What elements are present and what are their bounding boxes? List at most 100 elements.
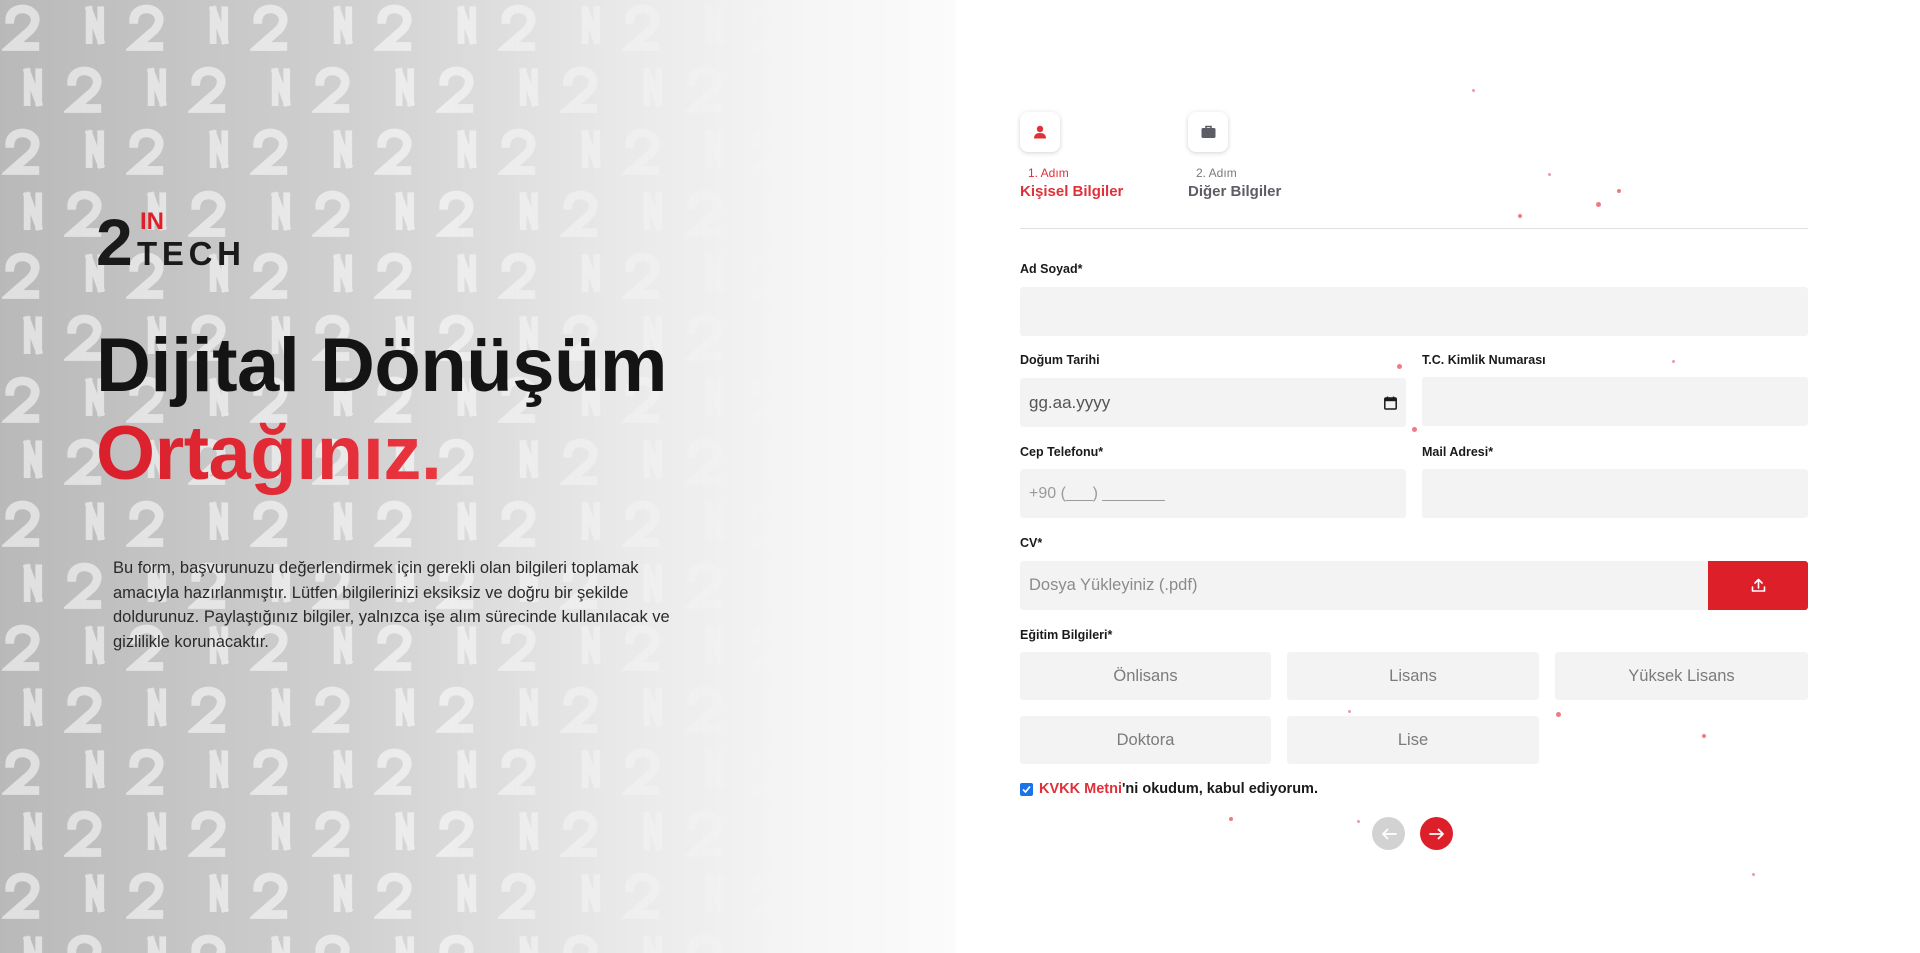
pattern-mark: [372, 930, 434, 953]
pattern-mark: [496, 62, 558, 124]
pattern-mark: [0, 930, 62, 953]
pattern-mark: [62, 682, 124, 744]
pattern-mark: [496, 0, 558, 62]
education-option-onlisans[interactable]: Önlisans: [1020, 652, 1271, 700]
kvkk-text-link[interactable]: KVKK Metni: [1039, 781, 1122, 797]
pattern-mark: [682, 620, 744, 682]
pattern-mark: [682, 682, 744, 744]
pattern-mark: [310, 0, 372, 62]
tc-number-input[interactable]: [1422, 377, 1808, 426]
previous-step-button[interactable]: [1372, 817, 1405, 850]
pattern-mark: [682, 558, 744, 620]
pattern-mark: [558, 744, 620, 806]
birth-date-label: Doğum Tarihi: [1020, 353, 1100, 367]
pattern-mark: [186, 930, 248, 953]
pattern-mark: [744, 124, 806, 186]
pattern-mark: [0, 434, 62, 496]
education-label: Eğitim Bilgileri*: [1020, 628, 1113, 642]
decor-dot: [1752, 873, 1755, 876]
pattern-mark: [310, 682, 372, 744]
pattern-mark: [682, 186, 744, 248]
pattern-mark: [744, 62, 806, 124]
briefcase-icon: [1201, 125, 1215, 138]
pattern-mark: [558, 248, 620, 310]
pattern-mark: [186, 62, 248, 124]
pattern-mark: [744, 682, 806, 744]
pattern-mark: [372, 806, 434, 868]
pattern-mark: [558, 124, 620, 186]
pattern-mark: [124, 124, 186, 186]
pattern-mark: [682, 434, 744, 496]
decor-dot: [1672, 360, 1675, 363]
pattern-mark: [620, 930, 682, 953]
pattern-mark: [744, 930, 806, 953]
education-option-yuksek-lisans[interactable]: Yüksek Lisans: [1555, 652, 1808, 700]
pattern-mark: [248, 868, 310, 930]
pattern-mark: [310, 248, 372, 310]
cv-file-input[interactable]: Dosya Yükleyiniz (.pdf): [1020, 561, 1709, 610]
pattern-mark: [682, 806, 744, 868]
decor-dot: [1702, 734, 1706, 738]
decor-dot: [1556, 712, 1561, 717]
pattern-mark: [186, 124, 248, 186]
pattern-mark: [434, 248, 496, 310]
decor-dot: [1229, 817, 1233, 821]
education-option-doktora[interactable]: Doktora: [1020, 716, 1271, 764]
pattern-mark: [0, 496, 62, 558]
pattern-mark: [124, 744, 186, 806]
step-personal-info[interactable]: 1. Adım Kişisel Bilgiler: [1020, 112, 1123, 200]
pattern-mark: [496, 682, 558, 744]
full-name-label: Ad Soyad*: [1020, 262, 1083, 276]
phone-input[interactable]: [1020, 469, 1406, 518]
pattern-mark: [434, 62, 496, 124]
pattern-mark: [682, 930, 744, 953]
education-option-lise[interactable]: Lise: [1287, 716, 1539, 764]
next-step-button[interactable]: [1420, 817, 1453, 850]
pattern-mark: [558, 682, 620, 744]
pattern-mark: [434, 0, 496, 62]
checkmark-icon: [1022, 785, 1031, 793]
step-icon-box: [1188, 112, 1228, 152]
birth-date-placeholder: gg.aa.yyyy: [1029, 392, 1111, 412]
pattern-mark: [496, 186, 558, 248]
pattern-mark: [744, 868, 806, 930]
pattern-mark: [496, 496, 558, 558]
pattern-mark: [124, 496, 186, 558]
pattern-mark: [248, 806, 310, 868]
pattern-mark: [744, 310, 806, 372]
pattern-mark: [310, 806, 372, 868]
pattern-mark: [744, 558, 806, 620]
pattern-mark: [620, 806, 682, 868]
kvkk-checkbox[interactable]: [1020, 782, 1033, 796]
pattern-mark: [248, 124, 310, 186]
pattern-mark: [558, 496, 620, 558]
pattern-mark: [620, 0, 682, 62]
pattern-mark: [372, 0, 434, 62]
pattern-mark: [620, 62, 682, 124]
pattern-mark: [248, 930, 310, 953]
pattern-mark: [434, 496, 496, 558]
pattern-mark: [434, 682, 496, 744]
education-option-lisans[interactable]: Lisans: [1287, 652, 1539, 700]
cv-upload-button[interactable]: [1708, 561, 1808, 610]
pattern-mark: [744, 496, 806, 558]
pattern-mark: [248, 248, 310, 310]
svg-text:TECH: TECH: [137, 235, 241, 269]
pattern-mark: [744, 186, 806, 248]
birth-date-input[interactable]: gg.aa.yyyy: [1020, 378, 1406, 427]
pattern-mark: [496, 248, 558, 310]
full-name-input[interactable]: [1020, 287, 1808, 336]
step-title: Kişisel Bilgiler: [1020, 183, 1124, 200]
step-icon-box: [1020, 112, 1060, 152]
pattern-mark: [496, 124, 558, 186]
pattern-mark: [124, 868, 186, 930]
pattern-mark: [558, 868, 620, 930]
pattern-mark: [620, 868, 682, 930]
pattern-mark: [0, 744, 62, 806]
pattern-mark: [186, 744, 248, 806]
pattern-mark: [558, 186, 620, 248]
step-other-info[interactable]: 2. Adım Diğer Bilgiler: [1188, 112, 1281, 200]
calendar-icon[interactable]: [1384, 396, 1397, 410]
pattern-mark: [310, 868, 372, 930]
email-input[interactable]: [1422, 469, 1808, 518]
